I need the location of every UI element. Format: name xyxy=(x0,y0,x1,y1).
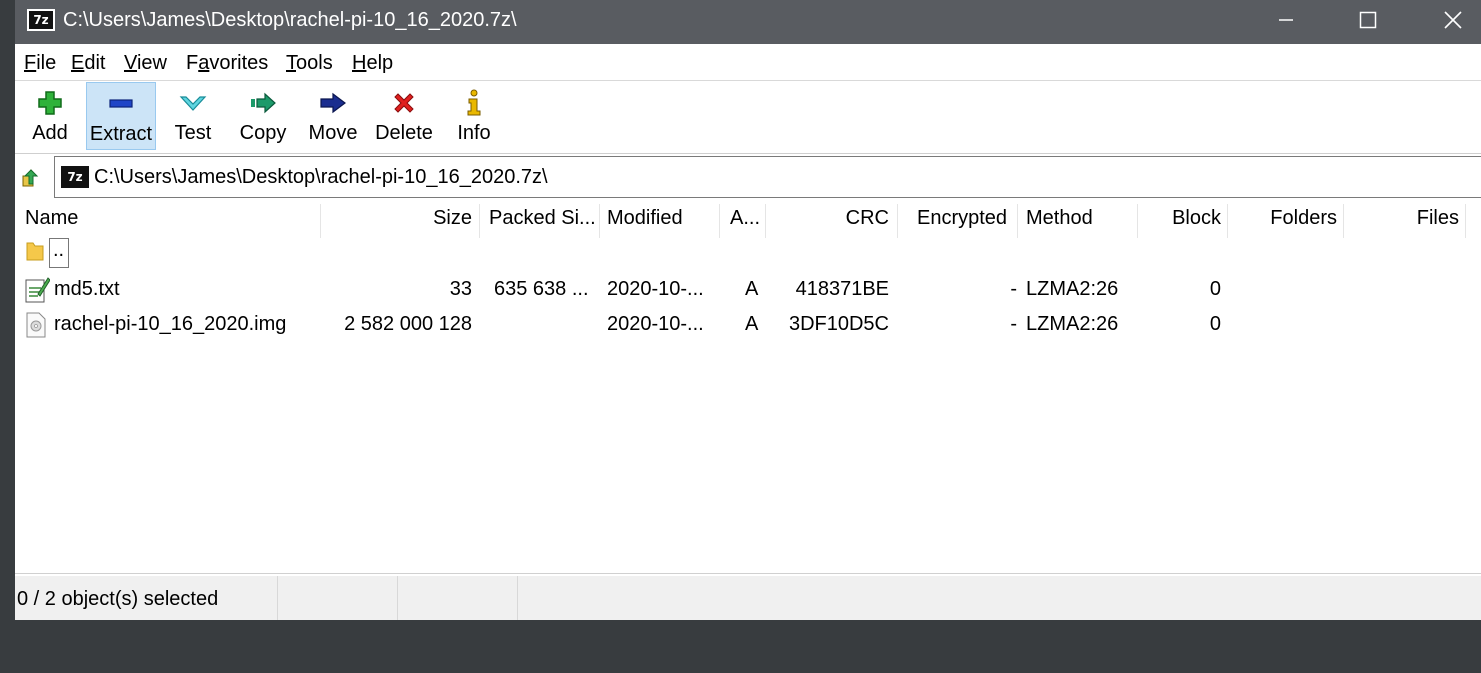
file-encrypted: - xyxy=(1010,278,1017,300)
selection-count: 0 / 2 object(s) selected xyxy=(17,588,219,610)
add-label: Add xyxy=(32,122,68,144)
column-header: Name Size Packed Si... Modified A... CRC… xyxy=(15,200,1481,238)
menu-help[interactable]: Help xyxy=(352,52,393,75)
delete-x-icon xyxy=(394,93,414,113)
info-label: Info xyxy=(457,122,491,144)
file-name: md5.txt xyxy=(54,278,120,300)
list-item[interactable]: md5.txt 33 635 638 ... 2020-10-... A 418… xyxy=(15,274,1481,308)
file-list[interactable]: Name Size Packed Si... Modified A... CRC… xyxy=(15,200,1481,574)
column-crc[interactable]: CRC xyxy=(815,207,889,230)
minus-icon xyxy=(109,99,133,108)
minimize-icon xyxy=(1279,19,1293,21)
menu-favorites[interactable]: Favorites xyxy=(186,52,268,75)
status-modified xyxy=(398,576,518,620)
file-crc: 3DF10D5C xyxy=(788,313,889,335)
delete-label: Delete xyxy=(375,122,433,144)
info-button[interactable]: Info xyxy=(453,82,495,150)
path-text: C:\Users\James\Desktop\rachel-pi-10_16_2… xyxy=(94,166,548,188)
folder-up-icon xyxy=(26,242,44,261)
file-crc: 418371BE xyxy=(795,278,889,300)
extract-label: Extract xyxy=(89,123,153,145)
file-attributes: A xyxy=(745,313,759,335)
up-arrow-folder-icon xyxy=(22,169,39,187)
file-modified: 2020-10-... xyxy=(607,278,704,300)
status-bar: 0 / 2 object(s) selected xyxy=(15,576,1481,620)
close-button[interactable] xyxy=(1423,0,1481,40)
column-encrypted[interactable]: Encrypted xyxy=(917,207,1007,230)
file-attributes: A xyxy=(745,278,759,300)
address-bar: 7z C:\Users\James\Desktop\rachel-pi-10_1… xyxy=(15,156,1481,198)
test-button[interactable]: Test xyxy=(169,82,217,150)
path-field[interactable]: 7z C:\Users\James\Desktop\rachel-pi-10_1… xyxy=(54,156,1481,198)
window-title: C:\Users\James\Desktop\rachel-pi-10_16_2… xyxy=(63,9,517,31)
copy-button[interactable]: Copy xyxy=(235,82,291,150)
column-block[interactable]: Block xyxy=(1145,207,1221,230)
column-method[interactable]: Method xyxy=(1026,207,1093,230)
add-button[interactable]: Add xyxy=(24,82,76,150)
info-icon xyxy=(467,89,481,116)
file-method: LZMA2:26 xyxy=(1026,313,1119,335)
app-icon-text: 7z xyxy=(29,11,53,29)
menu-edit[interactable]: Edit xyxy=(71,52,105,75)
move-button[interactable]: Move xyxy=(305,82,361,150)
list-item[interactable]: rachel-pi-10_16_2020.img 2 582 000 128 2… xyxy=(15,309,1481,343)
file-name: rachel-pi-10_16_2020.img xyxy=(54,313,287,335)
plus-icon xyxy=(38,91,62,115)
status-size xyxy=(278,576,398,620)
file-method: LZMA2:26 xyxy=(1026,278,1119,300)
maximize-button[interactable] xyxy=(1338,0,1398,40)
parent-folder-label: .. xyxy=(49,238,69,268)
disk-image-icon xyxy=(26,312,46,338)
toolbar: Add Extract Test Copy Move Delete Info xyxy=(15,82,1481,154)
list-item[interactable]: .. xyxy=(15,236,1481,270)
file-size: 2 582 000 128 xyxy=(344,313,472,335)
column-files[interactable]: Files xyxy=(1385,207,1459,230)
move-label: Move xyxy=(308,122,358,144)
file-size: 33 xyxy=(449,278,472,300)
file-packed-size: 635 638 ... xyxy=(494,278,589,300)
test-label: Test xyxy=(174,122,212,144)
file-encrypted: - xyxy=(1010,313,1017,335)
menu-file[interactable]: File xyxy=(24,52,56,75)
7zip-app-icon[interactable]: 7z xyxy=(27,9,55,31)
text-file-icon xyxy=(25,277,50,303)
file-modified: 2020-10-... xyxy=(607,313,704,335)
copy-label: Copy xyxy=(239,122,287,144)
checkmark-icon xyxy=(179,96,207,111)
column-modified[interactable]: Modified xyxy=(607,207,683,230)
file-block: 0 xyxy=(1209,313,1221,335)
up-folder-button[interactable] xyxy=(20,166,42,188)
title-bar[interactable]: 7z C:\Users\James\Desktop\rachel-pi-10_1… xyxy=(15,0,1481,44)
column-name[interactable]: Name xyxy=(25,207,78,230)
menu-tools[interactable]: Tools xyxy=(286,52,333,75)
column-packed-size[interactable]: Packed Si... xyxy=(489,207,596,230)
move-arrow-icon xyxy=(320,92,346,114)
minimize-button[interactable] xyxy=(1256,0,1316,40)
copy-arrow-icon xyxy=(251,92,276,114)
column-size[interactable]: Size xyxy=(395,207,472,230)
menu-view[interactable]: View xyxy=(124,52,167,75)
maximize-icon xyxy=(1359,11,1377,29)
menu-bar: File Edit View Favorites Tools Help xyxy=(15,44,1481,81)
delete-button[interactable]: Delete xyxy=(373,82,435,150)
column-folders[interactable]: Folders xyxy=(1255,207,1337,230)
status-selection: 0 / 2 object(s) selected xyxy=(15,576,278,620)
7zip-window: 7z C:\Users\James\Desktop\rachel-pi-10_1… xyxy=(15,0,1481,620)
file-block: 0 xyxy=(1209,278,1221,300)
column-attributes[interactable]: A... xyxy=(730,207,760,230)
extract-button[interactable]: Extract xyxy=(86,82,156,150)
close-icon xyxy=(1444,11,1462,29)
7zip-archive-icon: 7z xyxy=(61,166,89,188)
